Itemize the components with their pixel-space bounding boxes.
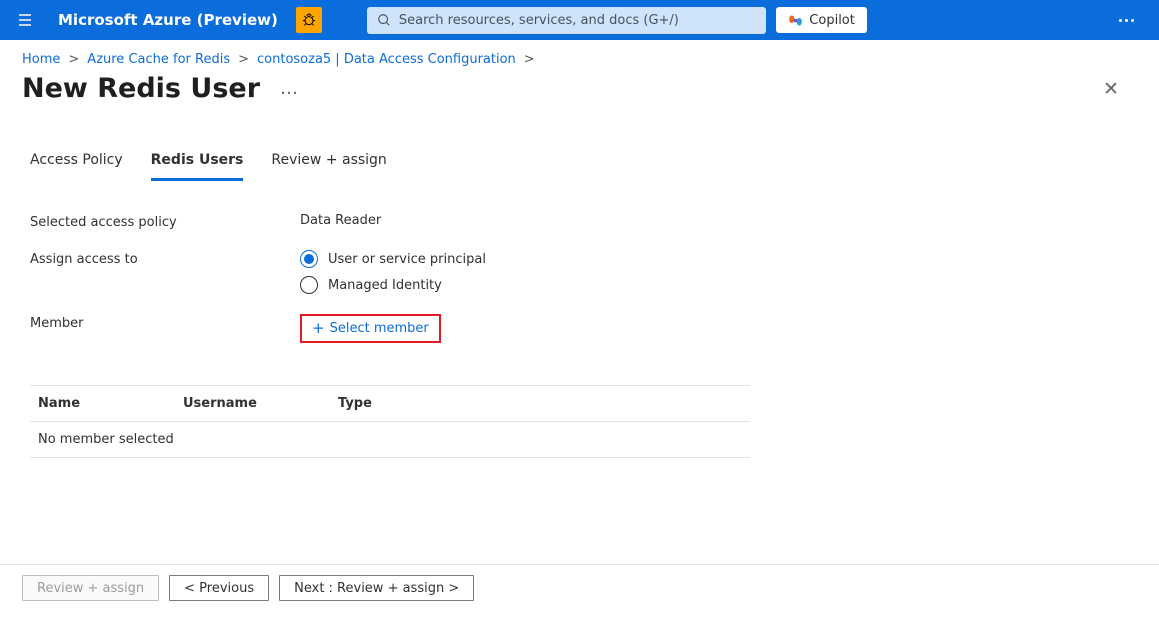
chevron-right-icon: > (238, 52, 249, 67)
radio-managed-identity[interactable]: Managed Identity (300, 276, 486, 294)
header-more-menu[interactable] (1104, 19, 1149, 22)
breadcrumb-home[interactable]: Home (22, 52, 60, 67)
table-row: No member selected (30, 422, 750, 458)
tab-redis-users[interactable]: Redis Users (151, 152, 244, 181)
select-member-button[interactable]: + Select member (300, 314, 441, 343)
column-username: Username (183, 396, 338, 411)
radio-unselected-icon (300, 276, 318, 294)
radio-selected-icon (300, 250, 318, 268)
brand-label: Microsoft Azure (Preview) (58, 11, 278, 29)
tab-access-policy[interactable]: Access Policy (30, 152, 123, 181)
search-placeholder-text: Search resources, services, and docs (G+… (399, 13, 679, 28)
close-button[interactable]: ✕ (1103, 78, 1119, 100)
table-header-row: Name Username Type (30, 386, 750, 422)
search-input[interactable]: Search resources, services, and docs (G+… (367, 7, 766, 34)
search-icon (377, 13, 391, 27)
empty-row-text: No member selected (38, 432, 174, 447)
column-type: Type (338, 396, 488, 411)
page-title: New Redis User (22, 73, 260, 104)
chevron-right-icon: > (524, 52, 535, 67)
page-title-more-menu[interactable]: … (280, 78, 298, 99)
assign-access-label: Assign access to (30, 250, 300, 267)
breadcrumb-azure-cache[interactable]: Azure Cache for Redis (87, 52, 230, 67)
breadcrumb: Home > Azure Cache for Redis > contosoza… (0, 40, 1159, 69)
breadcrumb-data-access-config[interactable]: contosoza5 | Data Access Configuration (257, 52, 516, 67)
radio-user-or-service-principal[interactable]: User or service principal (300, 250, 486, 268)
column-name: Name (38, 396, 183, 411)
next-button[interactable]: Next : Review + assign > (279, 575, 474, 601)
review-assign-button: Review + assign (22, 575, 159, 601)
chevron-right-icon: > (68, 52, 79, 67)
selected-access-policy-value: Data Reader (300, 213, 381, 228)
copilot-icon (788, 13, 803, 28)
selected-access-policy-label: Selected access policy (30, 213, 300, 230)
radio-label: User or service principal (328, 252, 486, 267)
hamburger-menu[interactable] (10, 5, 40, 35)
previous-button[interactable]: < Previous (169, 575, 269, 601)
plus-icon: + (312, 321, 325, 336)
copilot-button[interactable]: Copilot (776, 7, 867, 33)
member-label: Member (30, 314, 300, 331)
tab-review-assign[interactable]: Review + assign (271, 152, 386, 181)
preview-bug-icon[interactable] (296, 7, 322, 33)
select-member-label: Select member (330, 321, 429, 336)
copilot-label: Copilot (809, 13, 855, 28)
radio-label: Managed Identity (328, 278, 442, 293)
